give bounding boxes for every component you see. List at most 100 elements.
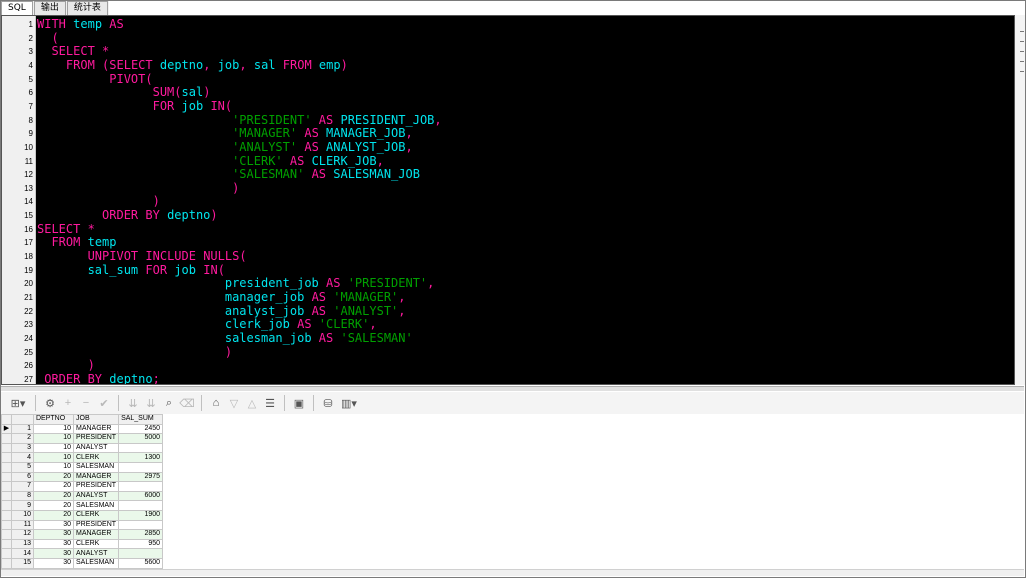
find-icon[interactable]: ⌕ xyxy=(161,395,177,411)
table-row[interactable]: 11 30 PRESIDENT xyxy=(1,519,164,531)
cell-job[interactable]: SALESMAN xyxy=(72,461,120,473)
table-row[interactable]: 8 20 ANALYST 6000 xyxy=(1,490,164,502)
row-indicator[interactable] xyxy=(1,490,12,502)
cell-job[interactable]: MANAGER xyxy=(72,471,120,483)
code-line[interactable]: SUM(sal) xyxy=(37,85,211,100)
cell-deptno[interactable]: 30 xyxy=(33,538,74,550)
post-changes-icon[interactable]: ✔ xyxy=(96,395,112,411)
cell-deptno[interactable]: 20 xyxy=(33,509,74,521)
cell-sal-sum[interactable]: 2975 xyxy=(118,471,164,483)
save-icon[interactable]: ▣ xyxy=(291,395,307,411)
code-line[interactable]: SELECT * xyxy=(37,44,109,59)
cell-sal-sum[interactable] xyxy=(118,481,164,492)
row-indicator[interactable] xyxy=(1,538,12,550)
cell-job[interactable]: MANAGER xyxy=(72,529,120,540)
cell-job[interactable]: PRESIDENT xyxy=(72,481,120,492)
grid-horizontal-scrollbar[interactable] xyxy=(1,569,1024,576)
cell-sal-sum[interactable]: 1900 xyxy=(118,509,164,521)
code-line[interactable]: ORDER BY deptno; xyxy=(37,372,160,384)
fetch-all-icon[interactable]: ⇊ xyxy=(143,395,159,411)
add-record-icon[interactable]: + xyxy=(60,395,76,411)
code-line[interactable]: SELECT * xyxy=(37,222,95,237)
code-line[interactable]: FROM (SELECT deptno, job, sal FROM emp) xyxy=(37,58,348,73)
cell-deptno[interactable]: 10 xyxy=(33,423,74,435)
table-row[interactable]: 2 10 PRESIDENT 5000 xyxy=(1,433,164,444)
row-indicator[interactable] xyxy=(1,433,12,444)
row-indicator[interactable] xyxy=(1,481,12,492)
row-indicator[interactable] xyxy=(1,500,12,511)
table-row[interactable]: 9 20 SALESMAN xyxy=(1,500,164,511)
cell-job[interactable]: ANALYST xyxy=(72,442,120,454)
cell-deptno[interactable]: 20 xyxy=(33,471,74,483)
cell-deptno[interactable]: 20 xyxy=(33,500,74,511)
code-line[interactable]: UNPIVOT INCLUDE NULLS( xyxy=(37,249,247,264)
code-line[interactable]: 'PRESIDENT' AS PRESIDENT_JOB, xyxy=(37,113,442,128)
table-row[interactable]: 4 10 CLERK 1300 xyxy=(1,452,164,463)
cell-deptno[interactable]: 10 xyxy=(33,461,74,473)
code-line[interactable]: manager_job AS 'MANAGER', xyxy=(37,290,406,305)
cell-job[interactable]: ANALYST xyxy=(72,548,120,559)
code-line[interactable]: WITH temp AS xyxy=(37,17,124,32)
chart-icon[interactable]: ▥▾ xyxy=(338,395,360,411)
row-indicator[interactable] xyxy=(1,529,12,540)
cell-deptno[interactable]: 10 xyxy=(33,442,74,454)
column-header-deptno[interactable]: DEPTNO xyxy=(33,414,74,425)
fetch-next-icon[interactable]: ⇊ xyxy=(125,395,141,411)
single-record-view-icon[interactable]: ☰ xyxy=(262,395,278,411)
code-line[interactable]: FROM temp xyxy=(37,236,116,250)
cell-sal-sum[interactable] xyxy=(118,519,164,531)
code-line[interactable]: 'CLERK' AS CLERK_JOB, xyxy=(37,154,384,169)
tab-2[interactable]: 统计表 xyxy=(66,1,108,15)
table-row[interactable]: 7 20 PRESIDENT xyxy=(1,481,164,492)
table-row[interactable]: 12 30 MANAGER 2850 xyxy=(1,529,164,540)
cell-job[interactable]: CLERK xyxy=(72,509,120,521)
table-row[interactable]: 6 20 MANAGER 2975 xyxy=(1,471,164,483)
code-line[interactable]: president_job AS 'PRESIDENT', xyxy=(37,277,435,291)
code-line[interactable]: salesman_job AS 'SALESMAN' xyxy=(37,331,413,346)
sql-editor[interactable]: 1 2 3 4 5 6 7 8 9 10 11 12 13 14 15 16 17 18 19 20 21 22 23 24 2… xyxy=(1,15,1015,385)
table-row[interactable]: ▶ 1 10 MANAGER 2450 xyxy=(1,423,164,435)
code-area[interactable]: WITH temp AS ( SELECT * FROM (SELECT dep… xyxy=(37,16,1014,384)
cell-job[interactable]: PRESIDENT xyxy=(72,433,120,444)
cell-sal-sum[interactable]: 5000 xyxy=(118,433,164,444)
cell-deptno[interactable]: 10 xyxy=(33,433,74,444)
lock-icon[interactable]: ⚙ xyxy=(42,395,58,411)
column-header-sal-sum[interactable]: SAL_SUM xyxy=(118,414,164,425)
cell-job[interactable]: SALESMAN xyxy=(72,557,120,569)
cell-sal-sum[interactable]: 950 xyxy=(118,538,164,550)
filter-down-icon[interactable]: ▽ xyxy=(226,395,242,411)
table-row[interactable]: 3 10 ANALYST xyxy=(1,442,164,454)
table-row[interactable]: 14 30 ANALYST xyxy=(1,548,164,559)
cell-job[interactable]: SALESMAN xyxy=(72,500,120,511)
cell-sal-sum[interactable]: 2450 xyxy=(118,423,164,435)
table-row[interactable]: 10 20 CLERK 1900 xyxy=(1,509,164,521)
cell-sal-sum[interactable]: 1300 xyxy=(118,452,164,463)
cell-sal-sum[interactable]: 6000 xyxy=(118,490,164,502)
row-indicator[interactable] xyxy=(1,442,12,454)
tab-1[interactable]: 输出 xyxy=(33,1,66,15)
row-indicator[interactable] xyxy=(1,548,12,559)
cell-sal-sum[interactable]: 5600 xyxy=(118,557,164,569)
code-line[interactable]: sal_sum FOR job IN( xyxy=(37,263,225,278)
row-indicator[interactable] xyxy=(1,471,12,483)
code-line[interactable]: ORDER BY deptno) xyxy=(37,208,218,223)
code-line[interactable]: ( xyxy=(37,31,58,46)
code-line[interactable]: 'SALESMAN' AS SALESMAN_JOB xyxy=(37,167,420,182)
cell-deptno[interactable]: 30 xyxy=(33,519,74,531)
row-indicator[interactable] xyxy=(1,509,12,521)
code-line[interactable]: 'MANAGER' AS MANAGER_JOB, xyxy=(37,126,413,141)
cell-deptno[interactable]: 20 xyxy=(33,490,74,502)
filter-up-icon[interactable]: △ xyxy=(244,395,260,411)
cell-job[interactable]: MANAGER xyxy=(72,423,120,435)
pane-splitter[interactable] xyxy=(1,386,1024,391)
code-line[interactable]: ) xyxy=(37,345,232,360)
editor-vertical-scrollbar[interactable] xyxy=(1015,15,1025,385)
export-icon[interactable]: ⛁ xyxy=(320,395,336,411)
cell-sal-sum[interactable] xyxy=(118,461,164,473)
query-by-example-icon[interactable]: ⌂ xyxy=(208,395,224,411)
code-line[interactable]: FOR job IN( xyxy=(37,99,233,114)
code-line[interactable]: analyst_job AS 'ANALYST', xyxy=(37,304,406,319)
code-line[interactable]: 'ANALYST' AS ANALYST_JOB, xyxy=(37,140,413,155)
code-line[interactable]: PIVOT( xyxy=(37,72,152,87)
grid-view-icon[interactable]: ⊞▾ xyxy=(7,395,29,411)
